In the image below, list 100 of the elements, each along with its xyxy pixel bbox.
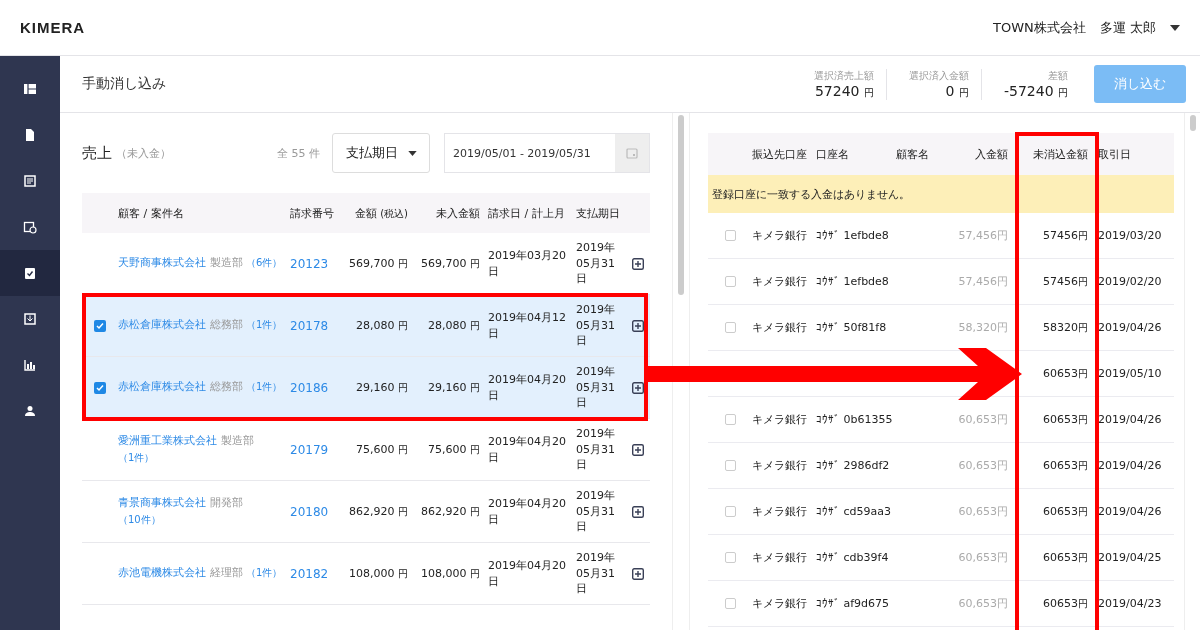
expand-icon[interactable] [632,567,644,580]
column-header: 金額 (税込) [353,205,408,221]
due-date: 2019年05月31日 [576,302,616,349]
invoice-link[interactable]: 20123 [290,256,329,271]
bank-name: キメラ銀行 [752,275,807,288]
document-icon [23,128,37,142]
record-count: 全 55 件 [277,145,320,161]
uncleared-amount: 60653円 [1043,550,1088,564]
issue-date: 2019年04月20日 [488,495,567,528]
due-date: 2019年05月31日 [576,550,616,597]
invoice-link[interactable]: 20178 [290,318,329,333]
stat-value: 0 円 [945,82,969,100]
invoice-link[interactable]: 20179 [290,442,329,457]
column-header: 口座名 [816,146,850,162]
issue-date: 2019年04月12日 [488,309,567,342]
customer-link[interactable]: 赤松倉庫株式会社 [118,380,206,394]
stat-label: 選択済入金額 [908,68,969,83]
sidebar-item[interactable] [0,250,60,296]
account-name: ｺｳｻﾞ cd59aa3 [816,505,891,518]
transaction-date: 2019/04/26 [1098,413,1162,426]
customer-link[interactable]: 天野商事株式会社 [118,256,206,270]
customer-link[interactable]: 赤松倉庫株式会社 [118,318,206,332]
checkbox[interactable] [724,460,736,471]
expand-icon[interactable] [632,257,644,270]
case-count[interactable]: （1件） [246,319,283,331]
uncleared-amount: 60653円 [1043,412,1088,426]
invoice-link[interactable]: 20182 [290,566,329,581]
deposit-amount: 60,653円 [958,413,1008,426]
page-title: 手動消し込み [82,75,166,93]
date-range-field[interactable]: 2019/05/01 - 2019/05/31 [444,133,650,173]
account-name: ｺｳｻﾞ 50f81f8 [816,321,887,334]
filter-dropdown[interactable]: 支払期日 [332,133,430,173]
amount: 29,160 円 [356,380,408,394]
account-name: ｺｳｻﾞ 1efbde8 [816,229,889,242]
department: 開発部 [209,496,243,509]
column-header: 振込先口座 [752,146,808,162]
scrollbar-thumb[interactable] [678,115,684,295]
bank-name: キメラ銀行 [752,505,807,518]
bank-name: キメラ銀行 [752,229,807,242]
unpaid-amount: 569,700 円 [421,256,480,270]
chart-icon [23,358,37,372]
department: 総務部 [209,380,243,394]
deposit-amount: 60,653円 [958,505,1008,518]
invoice-link[interactable]: 20180 [290,504,329,519]
customer-link[interactable]: 赤池電機株式会社 [118,566,206,580]
bank-name: キメラ銀行 [752,597,807,610]
user-menu[interactable]: 多運 太郎 [1099,18,1180,37]
scrollbar-thumb[interactable] [1189,115,1196,131]
account-name: ｺｳｻﾞ 1efbde8 [816,275,889,288]
issue-date: 2019年04月20日 [488,557,567,590]
unpaid-amount: 108,000 円 [421,566,480,580]
customer-link[interactable]: 愛洲重工業株式会社 [118,434,217,447]
section-subtitle: （未入金） [116,145,171,161]
account-name: ｺｳｻﾞ af9d675 [816,597,890,610]
due-date: 2019年05月31日 [576,364,616,411]
stat-label: 差額 [1048,68,1068,83]
deposit-amount: 57,456円 [958,229,1008,242]
column-header: 顧客 / 案件名 [118,205,185,221]
checkbox[interactable] [724,230,736,241]
inbox-icon [23,312,37,326]
checkbox[interactable] [94,319,106,332]
case-count[interactable]: （1件） [118,451,155,463]
case-count[interactable]: （6件） [246,257,283,269]
amount: 28,080 円 [356,318,408,332]
expand-icon[interactable] [632,505,644,518]
case-count[interactable]: （10件） [118,513,161,525]
expand-icon[interactable] [632,443,644,456]
department: 製造部 [209,256,243,270]
invoice-link[interactable]: 20186 [290,380,329,395]
case-count[interactable]: （1件） [246,381,283,393]
expand-icon[interactable] [632,319,644,332]
logo: KIMERA [20,19,86,36]
checkbox[interactable] [724,276,736,287]
checkbox[interactable] [724,414,736,425]
customer-link[interactable]: 青景商事株式会社 [118,496,206,509]
amount: 108,000 円 [349,566,408,580]
case-count[interactable]: （1件） [246,567,283,579]
checkbox[interactable] [724,322,736,333]
section-title: 売上 [82,143,112,163]
uncleared-amount: 60653円 [1043,596,1088,610]
checkbox[interactable] [724,598,736,609]
column-header: 未入金額 [435,205,480,221]
issue-date: 2019年04月20日 [488,433,567,466]
caret-icon [407,150,417,156]
account-name: ｺｳｻﾞ 2986df2 [816,459,890,472]
column-header: 請求日 / 計上月 [487,205,566,221]
uncleared-amount: 57456円 [1043,228,1088,242]
transaction-date: 2019/04/26 [1098,505,1162,518]
checkbox[interactable] [94,381,106,394]
amount: 75,600 円 [356,442,408,456]
column-header: 取引日 [1097,146,1132,162]
department: 経理部 [209,566,243,580]
checkbox[interactable] [724,506,736,517]
column-header: 請求番号 [290,205,335,221]
transaction-date: 2019/04/26 [1098,321,1162,334]
transaction-date: 2019/03/20 [1098,229,1162,242]
due-date: 2019年05月31日 [576,488,616,535]
expand-icon[interactable] [632,381,644,394]
checkbox[interactable] [724,552,736,563]
issue-date: 2019年04月20日 [488,371,567,404]
